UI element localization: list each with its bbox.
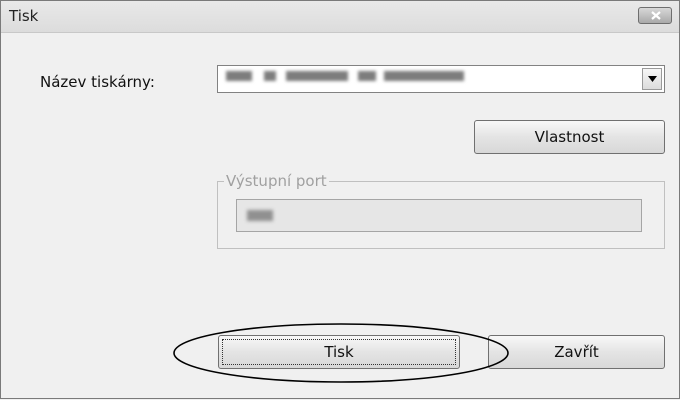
output-port-group: Výstupní port ███ <box>217 172 665 249</box>
focus-ring <box>222 339 456 365</box>
redacted-text-block <box>247 210 273 221</box>
window-title: Tisk <box>9 7 39 25</box>
close-button[interactable]: Zavřít <box>488 335 665 369</box>
redacted-text-block <box>226 71 252 81</box>
print-dialog: Tisk Název tiskárny: ████ ██ ██████ █ ██… <box>0 0 680 399</box>
print-button[interactable]: Tisk <box>218 335 460 369</box>
chevron-down-icon <box>648 76 657 82</box>
printer-name-label: Název tiskárny: <box>40 73 155 91</box>
redacted-text-block <box>358 71 376 81</box>
properties-button[interactable]: Vlastnost <box>474 120 665 154</box>
dropdown-arrow-button[interactable] <box>642 68 662 90</box>
printer-name-select[interactable]: ████ ██ ██████ █ ██████ <box>217 65 665 93</box>
redacted-text-block <box>384 71 464 81</box>
close-window-button[interactable] <box>638 7 672 24</box>
redacted-text-block <box>286 71 348 81</box>
close-x-icon <box>651 11 661 20</box>
title-bar[interactable]: Tisk <box>1 1 679 33</box>
redacted-text-block <box>264 71 276 81</box>
output-port-label: Výstupní port <box>224 172 329 190</box>
output-port-field: ███ <box>236 199 642 232</box>
